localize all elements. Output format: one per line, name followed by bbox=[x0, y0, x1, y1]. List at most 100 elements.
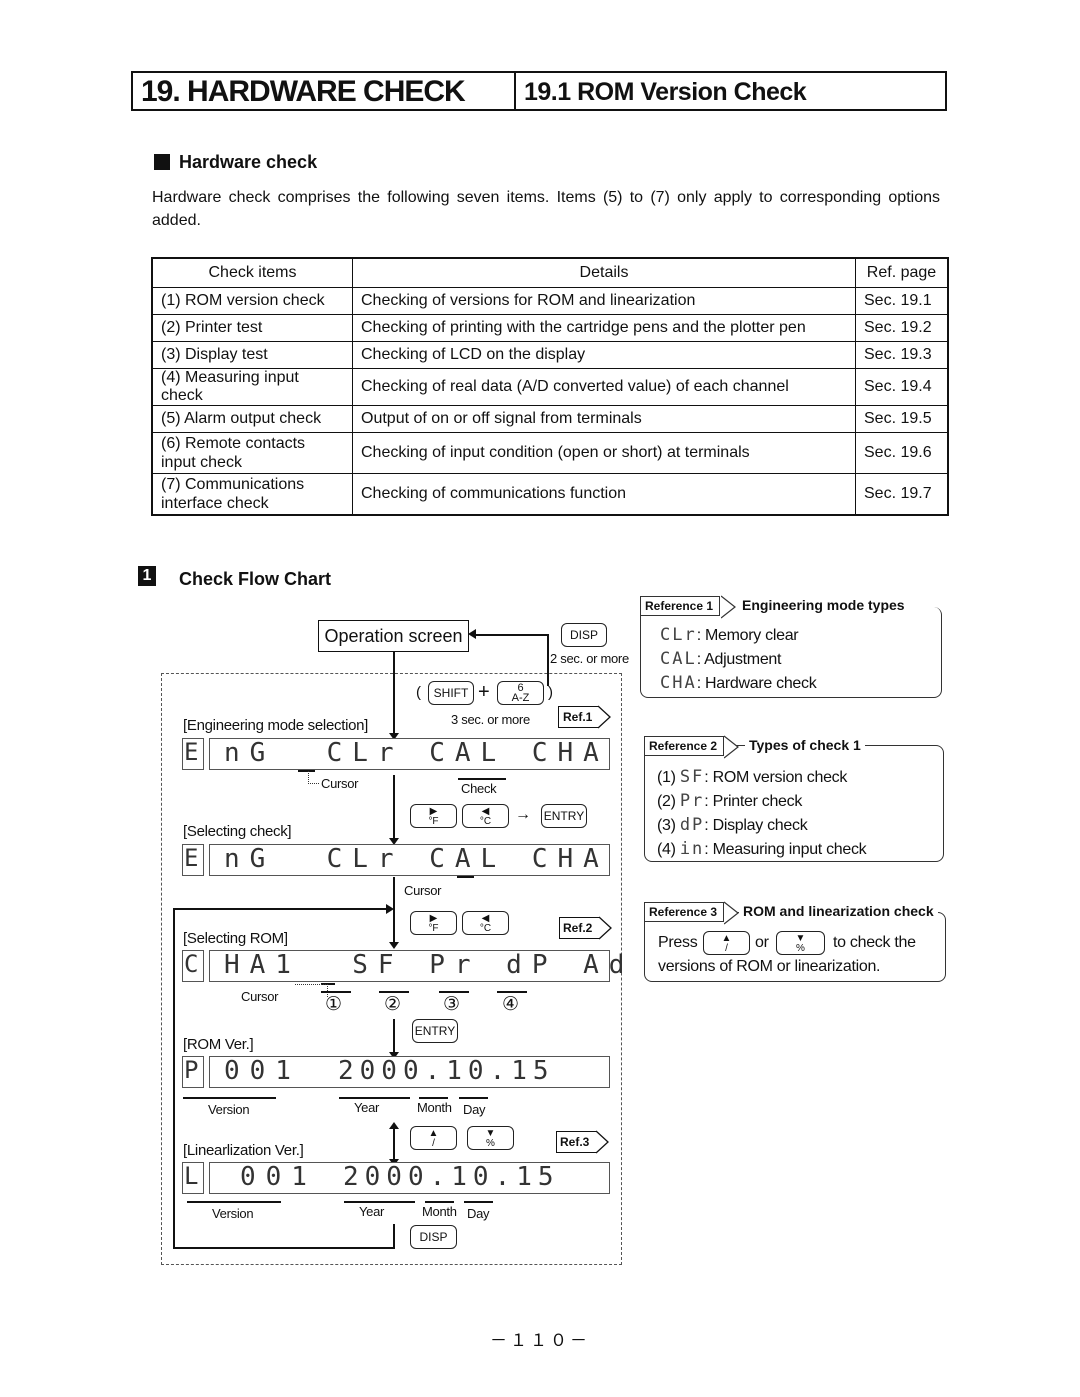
cell-ref: Sec. 19.1 bbox=[855, 287, 949, 315]
table-row: (1) ROM version check Checking of versio… bbox=[151, 287, 949, 315]
circled-2: ② bbox=[384, 994, 401, 1015]
lcd4-date: 2000.10.15 bbox=[338, 1056, 555, 1086]
arrow-down-icon bbox=[389, 942, 399, 949]
month-overline-2 bbox=[425, 1201, 454, 1203]
lcd1-text: nG CLr CAL CHA bbox=[224, 738, 609, 768]
ref-tag-arrow-icon bbox=[721, 595, 736, 619]
month-label: Month bbox=[417, 1100, 452, 1115]
right-f-key[interactable]: ▶ °F bbox=[410, 804, 457, 828]
paren-open: ( bbox=[416, 684, 421, 701]
lcd2-cursor-underline bbox=[457, 876, 474, 878]
right-f-key-2[interactable]: ▶ °F bbox=[410, 911, 457, 935]
arrow-up-icon bbox=[389, 1122, 399, 1129]
up-key[interactable]: ▲ / bbox=[410, 1126, 457, 1150]
operation-screen-box: Operation screen bbox=[318, 620, 469, 652]
table-header-row: Check items Details Ref. page bbox=[151, 257, 949, 288]
reference3-tag: Reference 3 bbox=[644, 902, 725, 922]
ref1-arrow-icon bbox=[598, 705, 611, 729]
lcd3-text: HA1 SF Pr dP Ad bbox=[224, 950, 635, 980]
ref2-item: (2) Pr: Printer check bbox=[657, 791, 803, 811]
day-overline-2 bbox=[464, 1201, 493, 1203]
left-c-key[interactable]: ◀ °C bbox=[462, 804, 509, 828]
check-overline bbox=[458, 778, 506, 780]
ref2-item: (1) SF: ROM version check bbox=[657, 767, 848, 787]
cell-ref: Sec. 19.4 bbox=[855, 368, 949, 406]
return-vertical-line bbox=[547, 634, 549, 686]
a-z-key-bottom: A-Z bbox=[511, 692, 530, 704]
flow-bi-line bbox=[393, 1128, 395, 1162]
two-sec-label: 2 sec. or more bbox=[550, 651, 629, 666]
month-label-2: Month bbox=[422, 1204, 457, 1219]
reference3-title: ROM and linearization check bbox=[739, 903, 938, 919]
col-check-items: Check items bbox=[151, 257, 353, 288]
entry-key-2[interactable]: ENTRY bbox=[412, 1019, 458, 1043]
chapter-title: 19. HARDWARE CHECK bbox=[133, 73, 516, 109]
lcd3-prefix: C bbox=[182, 950, 204, 982]
day-overline bbox=[459, 1097, 488, 1099]
cell-details: Checking of versions for ROM and lineari… bbox=[352, 287, 856, 315]
square-bullet-icon bbox=[154, 154, 170, 170]
lcd2-text: nG CLr CAL CHA bbox=[224, 844, 609, 874]
lcd5-date: 2000.10.15 bbox=[343, 1162, 560, 1192]
section-number-badge: 1 bbox=[138, 566, 156, 586]
cell-item: (3) Display test bbox=[151, 341, 353, 369]
cursor-label-1: Cursor bbox=[321, 776, 359, 791]
cell-item: (5) Alarm output check bbox=[151, 405, 353, 433]
loop-line-left bbox=[173, 908, 175, 1249]
table-row: (5) Alarm output check Output of on or o… bbox=[151, 405, 949, 433]
ref1-tag[interactable]: Ref.1 bbox=[558, 706, 599, 728]
circled-4: ④ bbox=[502, 994, 519, 1015]
cell-ref: Sec. 19.7 bbox=[855, 473, 949, 516]
col-ref-page: Ref. page bbox=[855, 257, 949, 288]
down-key[interactable]: ▼% bbox=[467, 1126, 514, 1150]
cell-details: Checking of printing with the cartridge … bbox=[352, 314, 856, 342]
check-label: Check bbox=[461, 781, 497, 796]
selecting-check-label: [Selecting check] bbox=[183, 823, 292, 840]
lcd3-display: HA1 SF Pr dP Ad bbox=[209, 950, 624, 982]
lcd4-version: 001 bbox=[224, 1056, 301, 1086]
reference1-title: Engineering mode types bbox=[738, 597, 909, 613]
section-title: 19.1 ROM Version Check bbox=[524, 78, 807, 106]
reference2-tag: Reference 2 bbox=[644, 736, 725, 756]
ref3-tag[interactable]: Ref.3 bbox=[556, 1131, 597, 1153]
shift-key[interactable]: SHIFT bbox=[428, 681, 474, 705]
ref-tag-arrow-icon bbox=[724, 735, 739, 759]
disp-key-2[interactable]: DISP bbox=[410, 1225, 457, 1249]
year-overline bbox=[339, 1097, 410, 1099]
a-z-key[interactable]: 6 A-Z bbox=[497, 681, 544, 705]
entry-key[interactable]: ENTRY bbox=[541, 804, 587, 828]
ref3-to-check: to check the bbox=[833, 934, 916, 951]
lcd4-prefix: P bbox=[182, 1056, 204, 1088]
loop-line-top bbox=[173, 908, 387, 910]
year-label-2: Year bbox=[359, 1204, 385, 1219]
cell-item: (6) Remote contacts input check bbox=[151, 432, 353, 474]
day-label-2: Day bbox=[467, 1206, 490, 1221]
left-c-key-2[interactable]: ◀ °C bbox=[462, 911, 509, 935]
col-details: Details bbox=[352, 257, 856, 288]
arrow-left-icon bbox=[468, 629, 476, 639]
cell-item: (7) Communications interface check bbox=[151, 473, 353, 516]
ref3-down-key[interactable]: ▼% bbox=[776, 931, 825, 955]
circled-1: ① bbox=[325, 994, 342, 1015]
loop-line-bottom bbox=[173, 1247, 395, 1249]
selecting-rom-label: [Selecting ROM] bbox=[183, 930, 288, 947]
ref1-item: CHA: Hardware check bbox=[660, 673, 817, 693]
cell-ref: Sec. 19.6 bbox=[855, 432, 949, 474]
cell-ref: Sec. 19.3 bbox=[855, 341, 949, 369]
version-label-2: Version bbox=[212, 1206, 254, 1221]
ref3-or: or bbox=[755, 934, 769, 951]
ref2-tag[interactable]: Ref.2 bbox=[559, 917, 600, 939]
cursor-label-3: Cursor bbox=[241, 989, 279, 1004]
table-row: (6) Remote contacts input check Checking… bbox=[151, 432, 949, 474]
disp-key[interactable]: DISP bbox=[561, 623, 607, 647]
table-row: (3) Display test Checking of LCD on the … bbox=[151, 341, 949, 369]
cursor-leader bbox=[308, 771, 319, 784]
version-label: Version bbox=[208, 1102, 250, 1117]
plus-sign: + bbox=[478, 681, 490, 703]
flow-chart-heading: Check Flow Chart bbox=[179, 569, 332, 589]
lcd1-prefix: E bbox=[182, 738, 204, 770]
lcd2-prefix: E bbox=[182, 844, 204, 876]
cell-ref: Sec. 19.5 bbox=[855, 405, 949, 433]
ref3-up-key[interactable]: ▲ / bbox=[703, 931, 750, 955]
ref2-arrow-icon bbox=[599, 916, 612, 940]
